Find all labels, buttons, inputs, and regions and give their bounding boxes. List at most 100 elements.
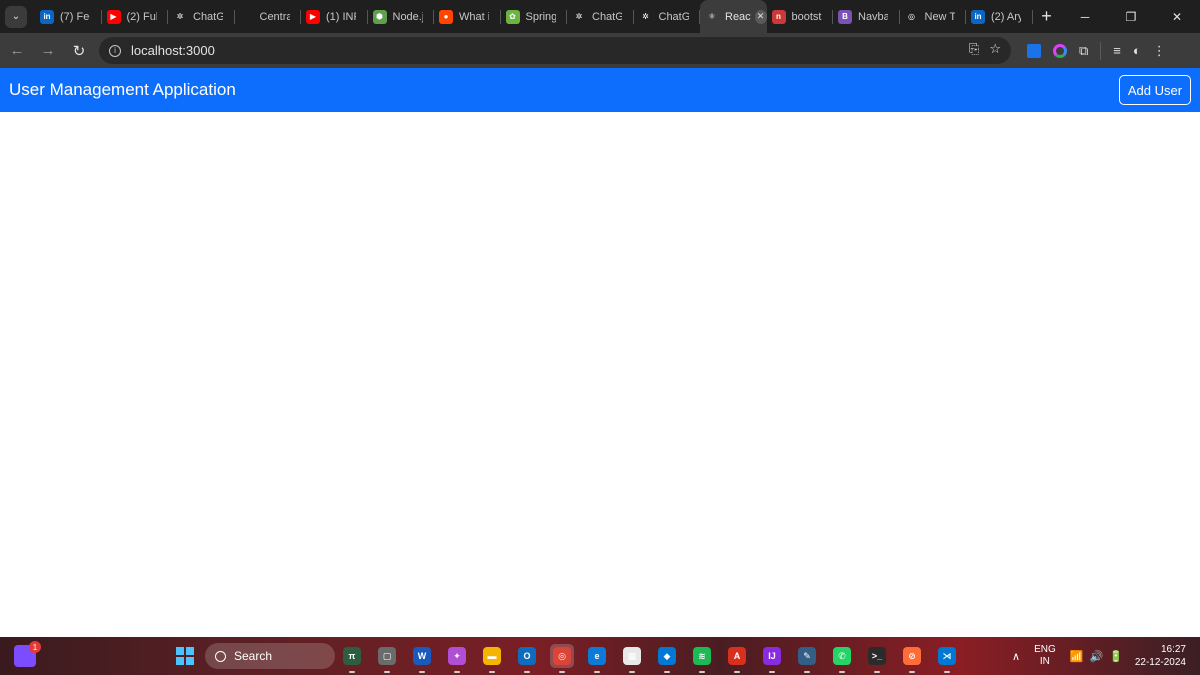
browser-tab[interactable]: ▶ (2) Full: [102, 0, 169, 33]
spotify-app-icon[interactable]: ≋: [690, 644, 714, 673]
install-app-icon[interactable]: ⎘: [969, 41, 979, 57]
reload-button[interactable]: ↻: [65, 37, 93, 65]
show-hidden-icons-button[interactable]: ∧: [1012, 650, 1020, 663]
terminal-app-icon[interactable]: >_: [865, 644, 889, 673]
extensions-puzzle-icon[interactable]: ⧉: [1079, 43, 1088, 59]
running-indicator: [629, 671, 635, 673]
word-app-icon[interactable]: W: [410, 644, 434, 673]
tab-list: in (7) Feed ▶ (2) Full ✲ ChatGPT Central ▶ (1) I…: [35, 0, 1033, 33]
taskbar-search[interactable]: Search: [205, 643, 335, 669]
acrobat-app-icon[interactable]: A: [725, 644, 749, 673]
running-indicator: [699, 671, 705, 673]
running-indicator: [734, 671, 740, 673]
site-info-icon[interactable]: i: [109, 44, 121, 57]
close-window-button[interactable]: ✕: [1154, 0, 1200, 33]
defender-app-icon[interactable]: ◆: [655, 644, 679, 673]
reddit-icon: ●: [439, 9, 453, 24]
linkedin-icon: in: [971, 9, 985, 24]
media-controls-icon[interactable]: ≡: [1113, 43, 1121, 58]
arrow-left-icon: ←: [9, 42, 25, 59]
bookmark-star-icon[interactable]: ☆: [989, 41, 1001, 57]
browser-tab[interactable]: ◎ New Tab: [900, 0, 967, 33]
taskbar-search-label: Search: [234, 649, 273, 663]
file-explorer-app-icon[interactable]: ▬: [480, 644, 504, 673]
color-extension-icon[interactable]: [1053, 43, 1067, 58]
running-indicator: [524, 671, 530, 673]
running-indicator: [944, 671, 950, 673]
outlook-app-icon[interactable]: O: [515, 644, 539, 673]
app-glyph: ✦: [448, 647, 466, 665]
close-tab-icon[interactable]: ✕: [754, 9, 767, 24]
browser-tab[interactable]: ✲ ChatGPT: [634, 0, 701, 33]
browser-tab[interactable]: ✲ ChatGPT: [567, 0, 634, 33]
running-indicator: [559, 671, 565, 673]
new-tab-button[interactable]: +: [1033, 6, 1061, 27]
windows-taskbar: 1 Search π ▢ W ✦ ▬ O ◎ e ▦ ◆ ≋ A IJ ✎ ✆ >_ ⊘ ⋊ ∧ ENG IN 📶…: [0, 637, 1200, 675]
battery-icon: 🔋: [1109, 650, 1123, 663]
profile-avatar-icon[interactable]: ◐: [1133, 43, 1141, 58]
input-language-indicator[interactable]: ENG IN: [1034, 644, 1056, 668]
address-bar[interactable]: i localhost:3000 ⎘ ☆: [99, 37, 1011, 64]
browser-tab[interactable]: in (7) Feed: [35, 0, 102, 33]
arrow-right-icon: →: [40, 42, 56, 59]
browser-tab[interactable]: B Navbar: [833, 0, 900, 33]
browser-tab[interactable]: ✿ Spring: [501, 0, 568, 33]
browser-tab-active[interactable]: ⚛ React✕: [700, 0, 767, 33]
toolbar-divider: [1100, 41, 1102, 60]
notification-badge: 1: [29, 641, 41, 653]
browser-tab[interactable]: in (2) Arya: [966, 0, 1033, 33]
browser-tab[interactable]: ▶ (1) INFI: [301, 0, 368, 33]
browser-tab[interactable]: ● What is: [434, 0, 501, 33]
browser-tab[interactable]: n bootstr: [767, 0, 834, 33]
app-navbar: User Management Application Add User: [0, 68, 1200, 112]
browser-tab[interactable]: Central: [235, 0, 302, 33]
reload-icon: ↻: [72, 42, 86, 60]
running-indicator: [384, 671, 390, 673]
youtube-icon: ▶: [306, 9, 320, 24]
bootstrap-icon: B: [838, 9, 852, 24]
tab-search-button[interactable]: ⌄: [5, 5, 27, 28]
app-glyph: ≋: [693, 647, 711, 665]
store-app-icon[interactable]: ▦: [620, 644, 644, 673]
mysql-app-icon[interactable]: ✎: [795, 644, 819, 673]
calculator-app-icon[interactable]: π: [340, 644, 364, 673]
running-indicator: [489, 671, 495, 673]
navbar-brand[interactable]: User Management Application: [9, 80, 236, 100]
tab-title: React: [725, 10, 751, 23]
vscode-app-icon[interactable]: ⋊: [935, 644, 959, 673]
tab-title: (7) Feed: [60, 10, 90, 23]
start-button[interactable]: [176, 647, 194, 665]
postman-app-icon[interactable]: ⊘: [900, 644, 924, 673]
language-code: ENG: [1034, 644, 1056, 655]
download-extension-icon[interactable]: [1027, 43, 1041, 58]
react-icon: ⚛: [705, 9, 719, 24]
running-indicator: [419, 671, 425, 673]
chevron-down-icon: ⌄: [11, 11, 21, 22]
browser-tab[interactable]: ✲ ChatGPT: [168, 0, 235, 33]
chrome-app-icon[interactable]: ◎: [550, 644, 574, 673]
restore-button[interactable]: ❐: [1108, 0, 1154, 33]
app-glyph: O: [518, 647, 536, 665]
app-glyph: π: [343, 647, 361, 665]
url-text[interactable]: localhost:3000: [131, 43, 215, 58]
youtube-icon: ▶: [106, 9, 121, 24]
copilot-app-icon[interactable]: ✦: [445, 644, 469, 673]
tab-title: What is: [459, 10, 489, 23]
intellij-app-icon[interactable]: IJ: [760, 644, 784, 673]
more-menu-icon[interactable]: ⋮: [1153, 43, 1166, 59]
minimize-button[interactable]: ─: [1062, 0, 1108, 33]
browser-tab[interactable]: ⬢ Node.js: [368, 0, 435, 33]
add-user-button[interactable]: Add User: [1119, 75, 1191, 105]
quick-settings[interactable]: 📶 🔊 🔋: [1070, 650, 1123, 663]
running-indicator: [804, 671, 810, 673]
widgets-button[interactable]: 1: [14, 641, 41, 667]
forward-button[interactable]: →: [34, 37, 62, 65]
running-indicator: [454, 671, 460, 673]
main-content: [0, 112, 1200, 637]
files-app-icon[interactable]: ▢: [375, 644, 399, 673]
whatsapp-app-icon[interactable]: ✆: [830, 644, 854, 673]
edge-app-icon[interactable]: e: [585, 644, 609, 673]
running-indicator: [349, 671, 355, 673]
back-button[interactable]: ←: [3, 37, 31, 65]
clock[interactable]: 16:27 22-12-2024: [1135, 643, 1186, 669]
